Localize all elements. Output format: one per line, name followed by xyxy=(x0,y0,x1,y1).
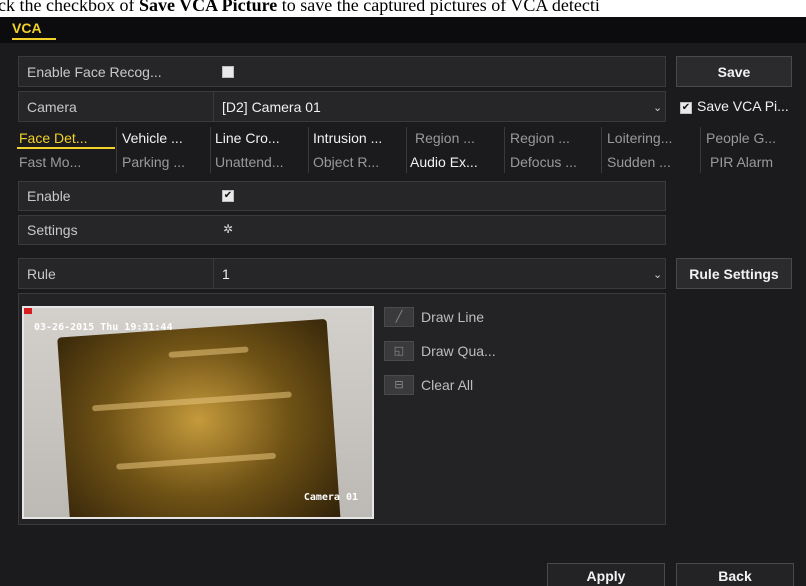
draw-quad-icon[interactable]: ◱ xyxy=(384,341,414,361)
save-button[interactable]: Save xyxy=(676,56,792,87)
tab-region-exiting[interactable]: Region ... xyxy=(508,127,602,149)
rule-divider xyxy=(213,259,214,289)
camera-label: Camera xyxy=(27,99,77,115)
window-header: VCA xyxy=(0,17,806,43)
vca-window: VCA Enable Face Recog... Save Camera [D2… xyxy=(0,17,806,586)
preview-timestamp: 03-26-2015 Thu 19:31:44 xyxy=(34,322,173,333)
preview-scene xyxy=(57,318,341,517)
tab-divider xyxy=(116,127,117,173)
tab-divider xyxy=(406,127,407,173)
settings-label: Settings xyxy=(27,222,78,238)
tab-divider xyxy=(601,127,602,173)
scene-highlight xyxy=(91,391,292,412)
apply-button[interactable]: Apply xyxy=(547,563,665,586)
rule-label: Rule xyxy=(27,266,56,282)
clear-all-button[interactable]: Clear All xyxy=(421,377,473,393)
draw-line-icon[interactable]: ╱ xyxy=(384,307,414,327)
tab-people-gathering[interactable]: People G... xyxy=(704,127,804,149)
tab-loitering[interactable]: Loitering... xyxy=(605,127,701,149)
rule-select-value[interactable]: 1 xyxy=(222,266,230,282)
save-vca-picture-checkbox[interactable]: ✔ xyxy=(680,102,692,114)
tab-divider xyxy=(700,127,701,173)
tab-parking[interactable]: Parking ... xyxy=(120,151,210,173)
caption-prefix: ck the checkbox of xyxy=(0,0,139,15)
tab-intrusion[interactable]: Intrusion ... xyxy=(311,127,407,149)
tab-pir-alarm[interactable]: PIR Alarm xyxy=(708,151,804,173)
tab-divider xyxy=(308,127,309,173)
draw-quad-button[interactable]: Draw Qua... xyxy=(421,343,496,359)
tab-defocus[interactable]: Defocus ... xyxy=(508,151,602,173)
tab-divider xyxy=(210,127,211,173)
rule-settings-button[interactable]: Rule Settings xyxy=(676,258,792,289)
window-title: VCA xyxy=(12,20,42,36)
gear-icon[interactable]: ✲ xyxy=(223,222,233,236)
back-button[interactable]: Back xyxy=(676,563,794,586)
chevron-down-icon[interactable]: ⌄ xyxy=(653,101,662,114)
caption-suffix: to save the captured pictures of VCA det… xyxy=(277,0,600,15)
tab-vehicle[interactable]: Vehicle ... xyxy=(120,127,210,149)
tab-fast-moving[interactable]: Fast Mo... xyxy=(17,151,115,173)
chevron-down-icon[interactable]: ⌄ xyxy=(653,268,662,281)
enable-face-recognition-label: Enable Face Recog... xyxy=(27,64,162,80)
draw-line-button[interactable]: Draw Line xyxy=(421,309,484,325)
instruction-caption: ck the checkbox of Save VCA Picture to s… xyxy=(0,0,806,17)
title-underline xyxy=(12,38,56,40)
enable-row: Enable ✔ xyxy=(18,181,666,211)
enable-checkbox[interactable]: ✔ xyxy=(222,190,234,202)
rule-row: Rule 1 ⌄ xyxy=(18,258,666,289)
tab-region-entrance[interactable]: Region ... xyxy=(413,127,503,149)
camera-divider xyxy=(213,92,214,122)
camera-select-value[interactable]: [D2] Camera 01 xyxy=(222,99,321,115)
tab-face-detection[interactable]: Face Det... xyxy=(17,127,115,149)
tab-sudden-scene-change[interactable]: Sudden ... xyxy=(605,151,701,173)
scene-highlight xyxy=(168,346,249,358)
camera-preview[interactable]: 03-26-2015 Thu 19:31:44 Camera 01 xyxy=(22,306,374,519)
tab-unattended-baggage[interactable]: Unattend... xyxy=(213,151,309,173)
tab-divider xyxy=(504,127,505,173)
preview-camera-name: Camera 01 xyxy=(303,492,358,503)
scene-highlight xyxy=(116,452,277,470)
camera-row: Camera [D2] Camera 01 ⌄ xyxy=(18,91,666,122)
enable-face-recognition-checkbox[interactable] xyxy=(222,66,234,78)
tab-audio-exception[interactable]: Audio Ex... xyxy=(408,151,506,173)
enable-label: Enable xyxy=(27,188,71,204)
save-vca-picture-label[interactable]: Save VCA Pi... xyxy=(697,98,789,114)
settings-row: Settings ✲ xyxy=(18,215,666,245)
tab-line-crossing[interactable]: Line Cro... xyxy=(213,127,309,149)
clear-all-icon[interactable]: ⊟ xyxy=(384,375,414,395)
caption-bold: Save VCA Picture xyxy=(138,0,278,15)
tab-object-removal[interactable]: Object R... xyxy=(311,151,407,173)
enable-face-recognition-row: Enable Face Recog... xyxy=(18,56,666,87)
glare-spot xyxy=(24,308,32,314)
